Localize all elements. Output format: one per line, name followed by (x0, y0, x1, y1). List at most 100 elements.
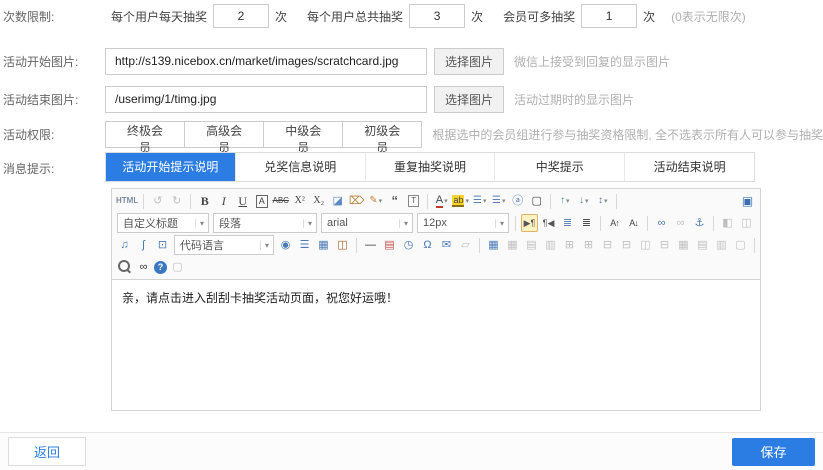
back-button[interactable]: 返回 (8, 437, 86, 466)
auto-typeset-icon[interactable]: ✎▾ (367, 192, 384, 210)
split-row-icon[interactable]: ▤ (694, 236, 711, 254)
code-language-select[interactable]: 代码语言▾ (174, 235, 274, 255)
insert-col-icon[interactable]: ⊞ (580, 236, 597, 254)
highlight-color-icon[interactable]: ab▾ (452, 192, 469, 210)
split-col-icon[interactable]: ▥ (713, 236, 730, 254)
table-caption-icon[interactable]: ▤ (523, 236, 540, 254)
eraser-icon[interactable]: ◪ (329, 192, 346, 210)
find-replace-icon[interactable]: ∞ (135, 258, 152, 276)
member-option-button[interactable]: 中级会员 (263, 121, 343, 148)
img-inline-icon[interactable]: ◫ (738, 214, 755, 232)
screenshot-icon[interactable]: ▱ (457, 236, 474, 254)
font-size-select[interactable]: 12px▾ (417, 213, 509, 233)
fullscreen-icon[interactable]: ▣ (739, 192, 756, 210)
delete-col-icon[interactable]: ⊟ (618, 236, 635, 254)
font-size-up-icon[interactable]: A↑ (606, 214, 623, 232)
per-day-input[interactable] (213, 4, 269, 28)
underline-icon[interactable]: U (234, 192, 251, 210)
font-color-icon[interactable]: A▾ (433, 192, 450, 210)
member-option-button[interactable]: 终极会员 (105, 121, 185, 148)
align-left-icon[interactable]: ≣ (559, 214, 576, 232)
preview-icon[interactable] (116, 258, 133, 276)
toolbar-row-3: ♫ʃ⊡代码语言▾◉☰▦◫—▤◷Ω✉▱▦▦▤▥⊞⊞⊟⊟◫⊟▦▤▥▢▤ (115, 234, 757, 256)
superscript-icon[interactable]: X² (291, 192, 308, 210)
special-char-icon[interactable]: Ω (419, 236, 436, 254)
message-tab[interactable]: 中奖提示 (494, 153, 624, 181)
save-button[interactable]: 保存 (732, 438, 815, 466)
merge-right-icon[interactable]: ◫ (637, 236, 654, 254)
bold-icon[interactable]: B (196, 192, 213, 210)
insert-table-icon[interactable]: ▦ (485, 236, 502, 254)
drafts-icon[interactable]: ▢ (169, 258, 186, 276)
toolbar-row-4: ∞?▢ (115, 256, 757, 278)
horizontal-rule-icon[interactable]: — (362, 236, 379, 254)
blockquote-icon[interactable]: “ (386, 192, 403, 210)
start-image-pick-button[interactable]: 选择图片 (434, 48, 504, 75)
paste-plain-icon[interactable]: T (405, 192, 422, 210)
table-doc-icon[interactable]: ▢ (732, 236, 749, 254)
chevron-down-icon: ▾ (585, 197, 589, 205)
anchor-insert-icon[interactable]: ⚓ (691, 214, 708, 232)
paragraph-select[interactable]: 段落▾ (213, 213, 317, 233)
indent-first-line-icon[interactable]: ▶¶ (521, 214, 538, 232)
font-family-select[interactable]: arial▾ (321, 213, 413, 233)
start-image-input[interactable] (105, 48, 427, 75)
subscript-icon[interactable]: X₂ (310, 192, 327, 210)
total-input[interactable] (409, 4, 465, 28)
message-tab[interactable]: 兑奖信息说明 (235, 153, 365, 181)
chevron-down-icon: ▾ (495, 219, 508, 228)
member-option-button[interactable]: 高级会员 (184, 121, 264, 148)
end-image-input[interactable] (105, 86, 427, 113)
chevron-down-icon: ▾ (566, 197, 570, 205)
help-icon[interactable]: ? (154, 261, 167, 274)
chevron-down-icon: ▾ (303, 219, 316, 228)
source-code-icon[interactable]: HTML (116, 192, 138, 210)
merge-down-icon[interactable]: ⊟ (656, 236, 673, 254)
anchor-mark-icon[interactable]: ⓐ (509, 192, 526, 210)
toolbar-separator (143, 194, 144, 209)
para-space-top-icon[interactable]: ↑▾ (556, 192, 573, 210)
chevron-down-icon: ▾ (195, 219, 208, 228)
message-tab[interactable]: 重复抽奖说明 (365, 153, 495, 181)
map-icon[interactable]: ◉ (277, 236, 294, 254)
date-icon[interactable]: ▤ (381, 236, 398, 254)
unordered-list-icon[interactable]: ☰▾ (490, 192, 507, 210)
italic-icon[interactable]: I (215, 192, 232, 210)
delete-table-icon[interactable]: ▦ (504, 236, 521, 254)
link-icon[interactable]: ∞ (653, 214, 670, 232)
music-icon[interactable]: ♫ (116, 236, 133, 254)
delete-row-icon[interactable]: ⊟ (599, 236, 616, 254)
message-tab[interactable]: 活动结束说明 (624, 153, 754, 181)
text-direction-rtl-icon[interactable]: ¶◀ (540, 214, 557, 232)
undo-icon[interactable]: ↺ (149, 192, 166, 210)
page-break-icon[interactable]: ☰ (296, 236, 313, 254)
img-float-left-icon[interactable]: ◧ (719, 214, 736, 232)
font-size-down-icon[interactable]: A↓ (625, 214, 642, 232)
chevron-down-icon: ▾ (483, 197, 487, 205)
member-option-button[interactable]: 初级会员 (342, 121, 422, 148)
para-space-bottom-icon[interactable]: ↓▾ (575, 192, 592, 210)
insert-row-icon[interactable]: ⊞ (561, 236, 578, 254)
strikethrough-icon[interactable]: ABC (272, 192, 289, 210)
editor-content[interactable]: 亲，请点击进入刮刮卡抽奖活动页面，祝您好运哦！ (112, 280, 760, 410)
redo-icon[interactable]: ↻ (168, 192, 185, 210)
comment-icon[interactable]: ✉ (438, 236, 455, 254)
end-image-pick-button[interactable]: 选择图片 (434, 86, 504, 113)
member-extra-input[interactable] (581, 4, 637, 28)
time-icon[interactable]: ◷ (400, 236, 417, 254)
unlink-icon[interactable]: ∞ (672, 214, 689, 232)
template-icon[interactable]: ▦ (315, 236, 332, 254)
table-title-row-icon[interactable]: ▥ (542, 236, 559, 254)
insert-frame-icon[interactable]: ⊡ (154, 236, 171, 254)
bordered-text-icon[interactable]: A (253, 192, 270, 210)
message-tab[interactable]: 活动开始提示说明 (106, 153, 235, 181)
clear-doc-icon[interactable]: ▢ (528, 192, 545, 210)
line-height-icon[interactable]: ↕▾ (594, 192, 611, 210)
custom-title-select[interactable]: 自定义标题▾ (117, 213, 209, 233)
ordered-list-icon[interactable]: ☰▾ (471, 192, 488, 210)
word-image-icon[interactable]: ◫ (334, 236, 351, 254)
format-clear-icon[interactable]: ⌦ (348, 192, 365, 210)
align-justify-icon[interactable]: ≣ (578, 214, 595, 232)
merge-cells-icon[interactable]: ▦ (675, 236, 692, 254)
attachment-icon[interactable]: ʃ (135, 236, 152, 254)
